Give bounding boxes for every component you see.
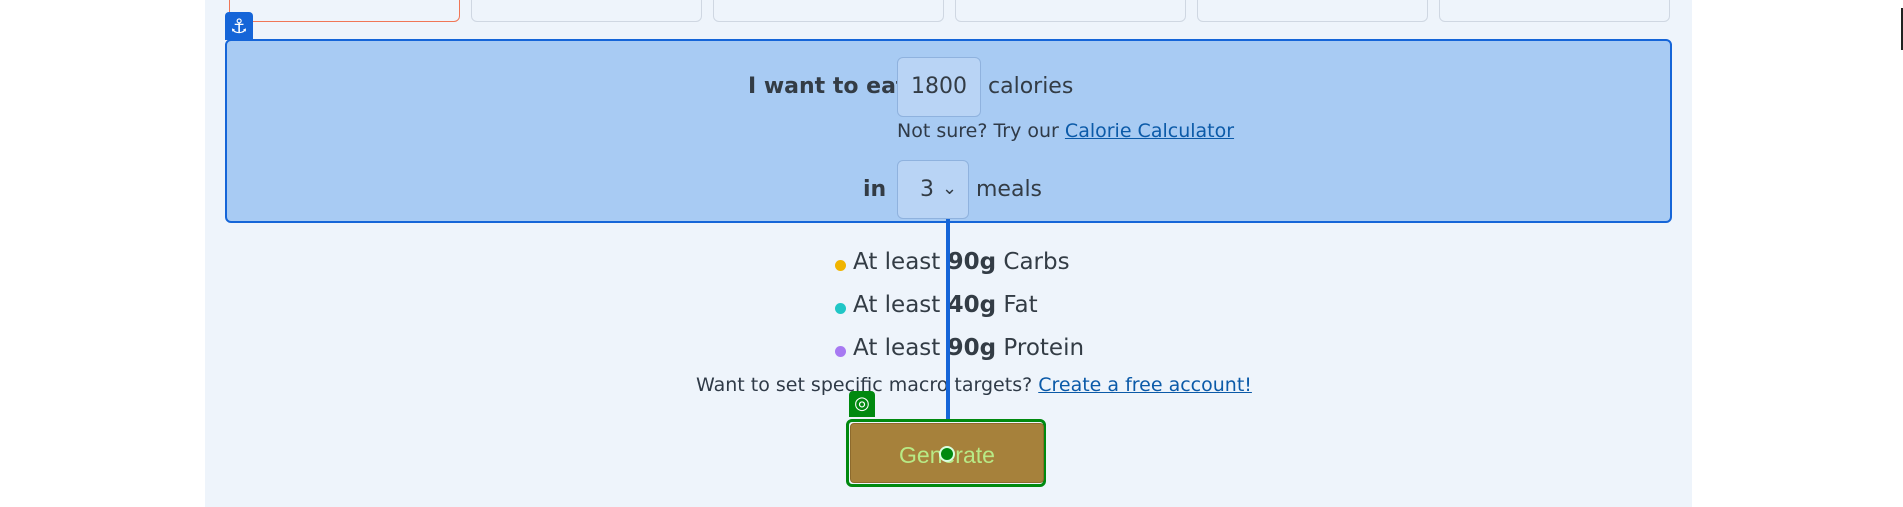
protein-target: At least 90g Protein <box>853 335 1085 361</box>
diet-tab[interactable] <box>955 0 1186 22</box>
calories-unit: calories <box>988 74 1074 99</box>
fat-dot <box>835 303 846 314</box>
cursor-icon <box>939 446 955 462</box>
anchor-icon: ⚓ <box>225 12 253 40</box>
protein-dot <box>835 346 846 357</box>
carbs-dot <box>835 260 846 271</box>
calorie-input[interactable]: 1800 <box>897 57 981 117</box>
eat-label: I want to eat <box>748 74 907 99</box>
meal-planner-page: ⚓ I want to eat 1800 calories Not sure? … <box>0 0 1903 507</box>
connector-line <box>946 219 950 424</box>
diet-tab[interactable] <box>1197 0 1428 22</box>
diet-tab[interactable] <box>1439 0 1670 22</box>
calorie-help-text: Not sure? Try our Calorie Calculator <box>897 120 1234 142</box>
calorie-value: 1800 <box>911 74 967 99</box>
meals-unit: meals <box>976 177 1043 202</box>
create-account-link[interactable]: Create a free account! <box>1038 374 1252 396</box>
meals-select[interactable]: 3 ⌄ <box>897 160 969 219</box>
diet-tab-active[interactable] <box>229 0 460 22</box>
not-sure-text: Not sure? Try our <box>897 120 1059 142</box>
diet-tab[interactable] <box>713 0 944 22</box>
carbs-target: At least 90g Carbs <box>853 249 1070 275</box>
calorie-calculator-link[interactable]: Calorie Calculator <box>1065 120 1234 142</box>
in-label: in <box>863 177 887 202</box>
account-prompt: Want to set specific macro targets? Crea… <box>696 374 1252 396</box>
diet-tab[interactable] <box>471 0 702 22</box>
target-icon: ◎ <box>849 391 875 417</box>
meals-value: 3 <box>920 177 934 202</box>
chevron-down-icon: ⌄ <box>942 178 958 199</box>
